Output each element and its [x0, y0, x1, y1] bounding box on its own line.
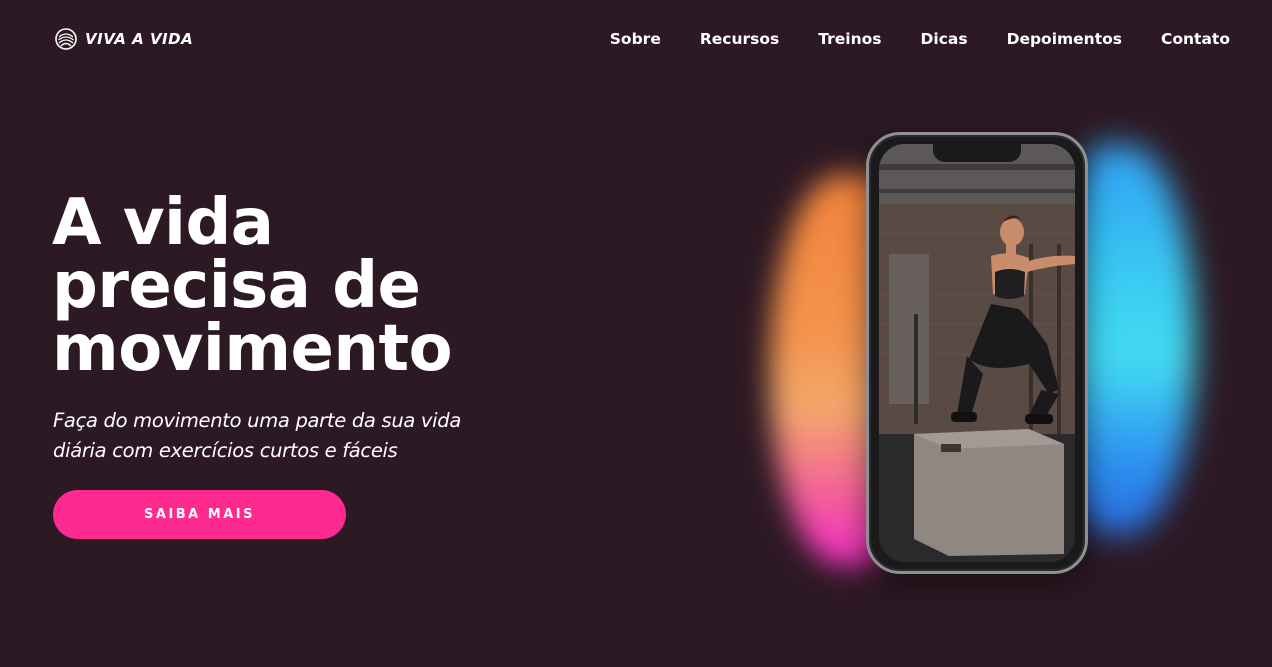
- phone-screen: [879, 144, 1075, 562]
- nav-item-treinos[interactable]: Treinos: [818, 30, 881, 48]
- logo-text: VIVA A VIDA: [85, 30, 194, 48]
- fingerprint-icon: [55, 28, 77, 50]
- logo[interactable]: VIVA A VIDA: [55, 28, 193, 50]
- phone-mockup: [866, 132, 1088, 574]
- main-nav: Sobre Recursos Treinos Dicas Depoimentos…: [610, 30, 1230, 48]
- nav-item-contato[interactable]: Contato: [1161, 30, 1230, 48]
- nav-item-dicas[interactable]: Dicas: [921, 30, 968, 48]
- nav-item-recursos[interactable]: Recursos: [700, 30, 779, 48]
- hero-title: A vida precisa de movimento: [52, 191, 532, 381]
- woman-box-jump-photo: [879, 144, 1075, 562]
- hero-subtitle: Faça do movimento uma parte da sua vida …: [53, 409, 462, 462]
- nav-item-depoimentos[interactable]: Depoimentos: [1007, 30, 1122, 48]
- hero-title-line: movimento: [52, 312, 453, 386]
- nav-item-sobre[interactable]: Sobre: [610, 30, 661, 48]
- saiba-mais-button[interactable]: SAIBA MAIS: [53, 490, 346, 539]
- phone-notch: [933, 144, 1021, 162]
- landing-page: VIVA A VIDA Sobre Recursos Treinos Dicas…: [0, 0, 1272, 667]
